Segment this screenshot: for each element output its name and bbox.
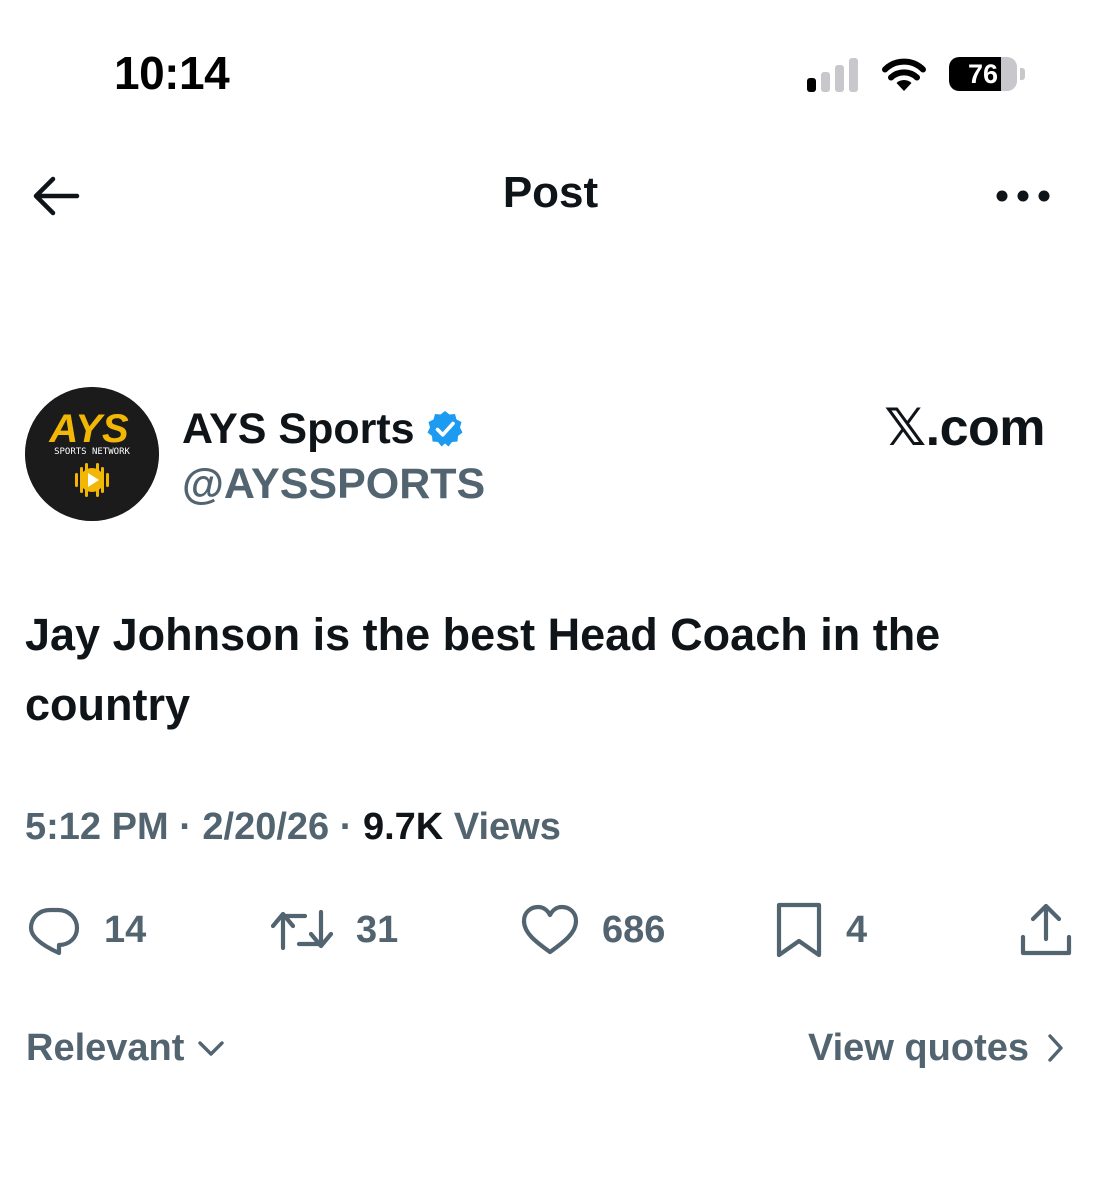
more-options-button[interactable] <box>993 176 1053 216</box>
repost-icon <box>270 909 334 951</box>
bookmark-count: 4 <box>846 908 868 951</box>
post-meta: 5:12 PM · 2/20/26 · 9.7K Views <box>25 806 561 849</box>
views-count: 9.7K <box>362 806 444 848</box>
reply-icon <box>28 907 80 956</box>
x-com-watermark: 𝕏.com <box>884 399 1045 457</box>
chevron-right-icon <box>1048 1034 1063 1062</box>
display-name-text: AYS Sports <box>182 404 415 453</box>
share-icon <box>1020 903 1072 956</box>
author-display-name[interactable]: AYS Sports <box>182 404 465 454</box>
verified-badge-icon <box>427 411 463 447</box>
cellular-signal-icon <box>807 56 859 92</box>
view-quotes-link[interactable]: View quotes <box>808 1022 1065 1074</box>
logo-text: AYS <box>48 407 129 451</box>
bookmark-icon <box>776 902 822 958</box>
status-time: 10:14 <box>114 47 230 99</box>
ays-sports-network-logo: AYS SPORTS NETWORK <box>25 387 159 521</box>
view-quotes-label: View quotes <box>807 1026 1029 1069</box>
chevron-down-icon <box>198 1041 225 1056</box>
sort-label: Relevant <box>26 1026 185 1069</box>
post-time[interactable]: 5:12 PM <box>25 806 169 848</box>
bookmark-button[interactable]: 4 <box>774 895 867 965</box>
like-button[interactable]: 686 <box>520 895 665 965</box>
post-date[interactable]: 2/20/26 <box>202 806 329 848</box>
meta-separator: · <box>179 806 192 848</box>
reply-button[interactable]: 14 <box>26 895 146 965</box>
post-text: Jay Johnson is the best Head Coach in th… <box>25 609 941 730</box>
logo-subtitle: SPORTS NETWORK <box>54 447 130 457</box>
repost-count: 31 <box>356 908 399 951</box>
avatar[interactable]: AYS SPORTS NETWORK <box>25 387 159 521</box>
action-bar: 14 31 686 4 <box>0 895 1101 965</box>
meta-separator: · <box>339 806 353 848</box>
author-handle[interactable]: @AYSSPORTS <box>182 460 485 509</box>
heart-icon <box>521 904 579 955</box>
views-label: Views <box>453 806 561 848</box>
sort-replies-dropdown[interactable]: Relevant <box>26 1022 226 1074</box>
battery-percentage: 76 <box>967 59 999 89</box>
status-icons: 76 <box>807 54 1025 94</box>
reply-count: 14 <box>104 908 147 951</box>
repost-button[interactable]: 31 <box>270 895 398 965</box>
share-button[interactable] <box>1018 895 1074 965</box>
wifi-icon <box>882 58 926 91</box>
battery-icon: 76 <box>949 57 1025 91</box>
ellipsis-icon <box>996 190 1050 202</box>
like-count: 686 <box>602 908 666 951</box>
page-title: Post <box>502 168 599 217</box>
